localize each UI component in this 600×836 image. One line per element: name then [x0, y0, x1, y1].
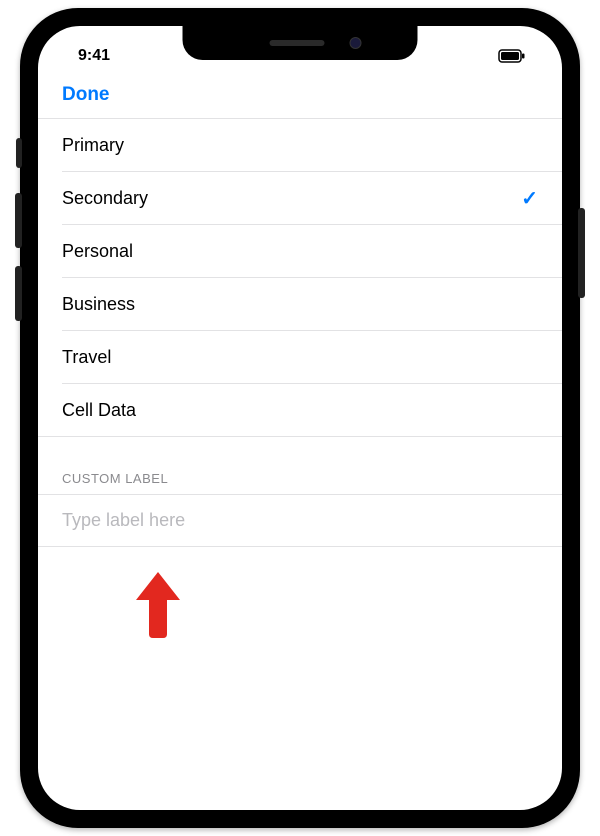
label-row-text: Primary — [62, 135, 124, 156]
label-row-text: Travel — [62, 347, 111, 368]
label-row[interactable]: Primary — [38, 119, 562, 172]
battery-icon — [498, 49, 526, 63]
phone-screen: 9:41 Done Primary Secondary ✓ Personal Busin… — [38, 26, 562, 810]
status-time: 9:41 — [78, 47, 110, 65]
speaker-grille — [269, 40, 324, 46]
volume-up-button — [15, 193, 22, 248]
label-list: Primary Secondary ✓ Personal Business Travel C… — [38, 118, 562, 437]
nav-bar: Done — [38, 74, 562, 118]
volume-down-button — [15, 266, 22, 321]
custom-label-row — [38, 494, 562, 547]
label-row-text: Cell Data — [62, 400, 136, 421]
custom-label-header: CUSTOM LABEL — [38, 437, 562, 494]
custom-label-input[interactable] — [62, 510, 538, 531]
front-camera — [349, 37, 361, 49]
label-row[interactable]: Personal — [38, 225, 562, 278]
label-row[interactable]: Cell Data — [38, 384, 562, 437]
label-row[interactable]: Travel — [38, 331, 562, 384]
power-button — [578, 208, 585, 298]
label-row-text: Personal — [62, 241, 133, 262]
phone-notch — [183, 26, 418, 60]
checkmark-icon: ✓ — [521, 186, 538, 211]
label-row[interactable]: Secondary ✓ — [38, 172, 562, 225]
annotation-arrow-icon — [134, 572, 182, 643]
done-button[interactable]: Done — [62, 84, 110, 106]
label-row-text: Business — [62, 294, 135, 315]
label-row-text: Secondary — [62, 188, 148, 209]
phone-frame: 9:41 Done Primary Secondary ✓ Personal Busin… — [20, 8, 580, 828]
label-row[interactable]: Business — [38, 278, 562, 331]
mute-switch — [16, 138, 22, 168]
